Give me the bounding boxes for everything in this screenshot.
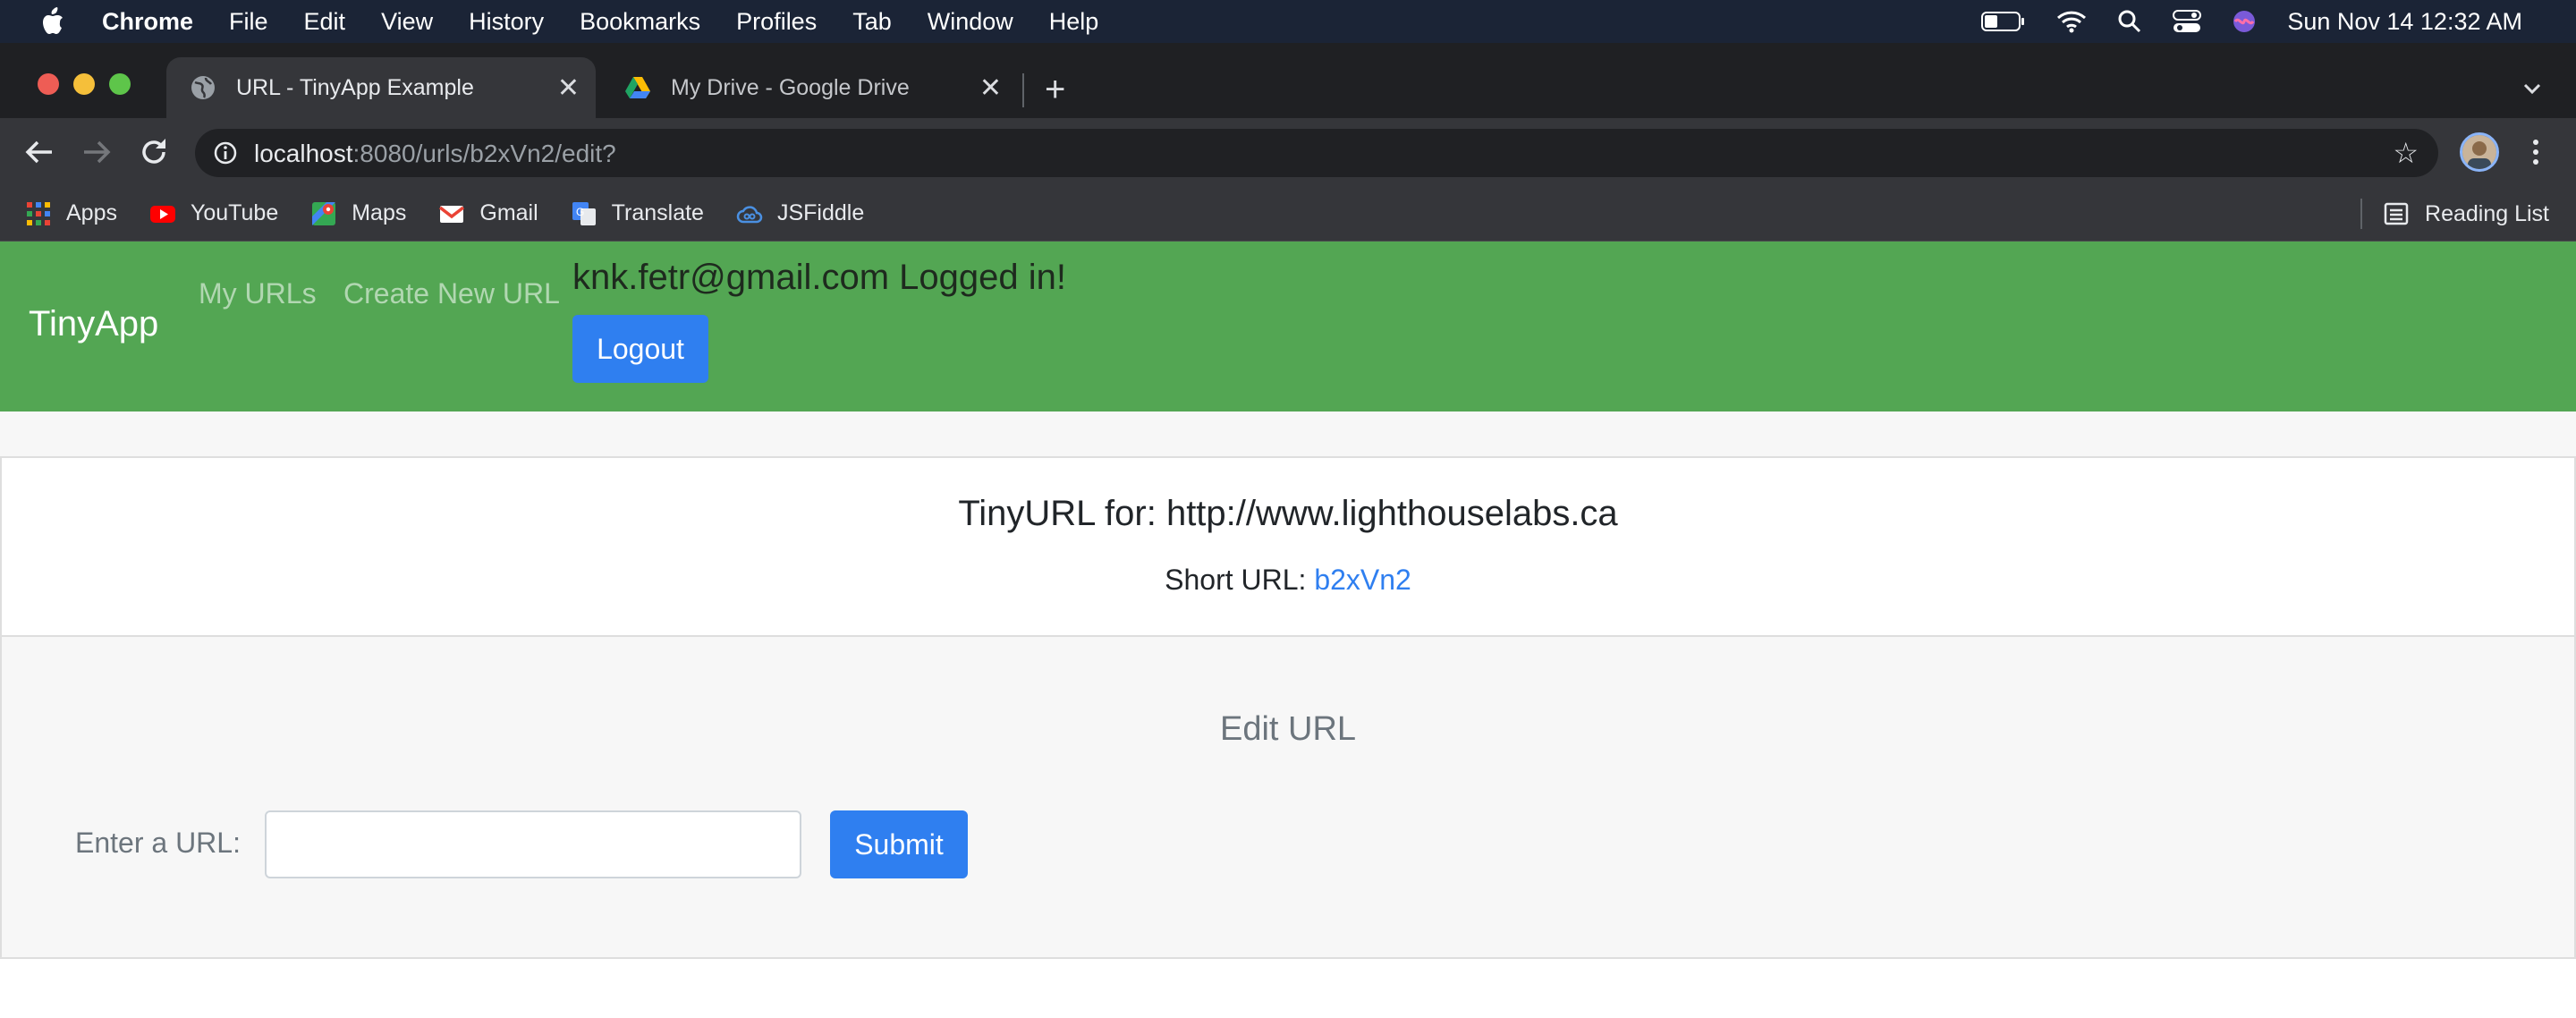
logged-in-status: knk.fetr@gmail.com Logged in! [572,258,1066,297]
menu-tab[interactable]: Tab [852,8,892,36]
close-tab-icon[interactable]: ✕ [979,72,1002,104]
control-center-icon[interactable] [2173,9,2202,34]
menu-bookmarks[interactable]: Bookmarks [580,8,700,36]
globe-icon [191,76,215,99]
brand-link[interactable]: TinyApp [29,304,158,344]
site-navbar: TinyApp My URLs Create New URL knk.fetr@… [0,242,2576,411]
menu-view[interactable]: View [381,8,433,36]
bookmark-label: Apps [66,200,117,225]
battery-icon[interactable] [1981,11,2026,32]
url-field-label: Enter a URL: [75,827,241,859]
bookmark-jsfiddle[interactable]: JSFiddle [736,200,864,227]
tab-tinyapp[interactable]: URL - TinyApp Example ✕ [166,57,596,118]
new-tab-plus-icon[interactable]: + [1045,68,1065,111]
tab-search-chevron-down-icon[interactable] [2521,77,2544,100]
bookmark-label: Gmail [479,200,538,225]
short-url-link[interactable]: b2xVn2 [1314,564,1411,596]
google-drive-icon [625,77,650,98]
apple-logo-icon[interactable] [39,7,64,36]
menu-help[interactable]: Help [1049,8,1099,36]
tab-google-drive[interactable]: My Drive - Google Drive ✕ [601,57,1018,118]
zoom-window-button[interactable] [109,73,131,95]
url-input[interactable] [265,810,801,878]
close-tab-icon[interactable]: ✕ [557,72,580,104]
reading-list-label: Reading List [2425,200,2549,226]
bookmark-translate[interactable]: G Translate [571,200,704,227]
web-page: TinyApp My URLs Create New URL knk.fetr@… [0,242,2576,1018]
short-url-label: Short URL: [1165,564,1315,596]
bookmark-youtube[interactable]: YouTube [149,200,278,227]
bookmark-star-icon[interactable]: ☆ [2393,138,2419,168]
tab-title: My Drive - Google Drive [671,74,910,100]
bookmark-label: Translate [611,200,704,225]
bookmark-apps[interactable]: Apps [25,200,117,227]
gmail-icon [439,205,465,223]
address-url: localhost:8080/urls/b2xVn2/edit? [254,140,616,168]
url-card: TinyURL for: http://www.lighthouselabs.c… [0,458,2576,637]
macos-menu-bar: Chrome File Edit View History Bookmarks … [0,0,2576,43]
close-window-button[interactable] [38,73,59,95]
menu-chrome[interactable]: Chrome [102,8,193,36]
bookmark-maps[interactable]: Maps [310,200,406,227]
minimize-window-button[interactable] [73,73,95,95]
reload-icon[interactable] [136,134,172,170]
submit-button[interactable]: Submit [830,810,968,878]
edit-url-section: Edit URL Enter a URL: Submit [0,637,2576,959]
apps-grid-icon [27,201,50,225]
svg-text:G: G [576,206,584,218]
edit-url-heading: Edit URL [1219,710,1357,748]
site-info-icon[interactable] [213,140,238,165]
nav-my-urls-link[interactable]: My URLs [199,277,317,310]
tab-title: URL - TinyApp Example [236,74,474,100]
menu-profiles[interactable]: Profiles [736,8,817,36]
menubar-clock[interactable]: Sun Nov 14 12:32 AM [2287,8,2522,36]
menu-history[interactable]: History [469,8,544,36]
short-url-text: Short URL: b2xVn2 [2,564,2574,597]
spotlight-search-icon[interactable] [2117,9,2142,34]
logout-button[interactable]: Logout [572,315,708,383]
reading-list-icon [2384,202,2409,225]
menubar-status-area: Sun Nov 14 12:32 AM [1951,0,2522,43]
card-title: TinyURL for: http://www.lighthouselabs.c… [958,494,1618,533]
bookmarks-divider [2360,199,2363,229]
google-translate-icon: G [572,201,596,225]
bookmark-label: YouTube [190,200,279,225]
bookmark-label: Maps [352,200,407,225]
bookmarks-bar: Apps YouTube Maps Gmail G Translate JSFi… [0,186,2576,242]
nav-create-new-url-link[interactable]: Create New URL [343,277,560,310]
url-host: localhost [254,140,353,167]
card-top-band [0,411,2576,458]
profile-avatar[interactable] [2460,132,2499,172]
wifi-icon[interactable] [2056,10,2087,33]
bookmark-gmail[interactable]: Gmail [438,200,538,227]
youtube-icon [149,205,175,223]
jsfiddle-cloud-icon [736,205,763,223]
address-bar[interactable]: localhost:8080/urls/b2xVn2/edit? ☆ [195,129,2438,177]
tab-divider [1022,73,1024,107]
back-arrow-icon[interactable] [21,134,57,170]
bookmark-label: JSFiddle [776,200,865,225]
reading-list-button[interactable]: Reading List [2360,186,2549,242]
siri-icon[interactable] [2232,9,2257,34]
person-avatar-icon [2462,135,2496,169]
google-maps-icon [312,201,336,225]
menu-file[interactable]: File [229,8,268,36]
more-menu-icon[interactable] [2528,134,2544,170]
menu-edit[interactable]: Edit [304,8,346,36]
menu-window[interactable]: Window [928,8,1013,36]
url-path: :8080/urls/b2xVn2/edit? [352,140,616,167]
forward-arrow-icon[interactable] [79,134,114,170]
